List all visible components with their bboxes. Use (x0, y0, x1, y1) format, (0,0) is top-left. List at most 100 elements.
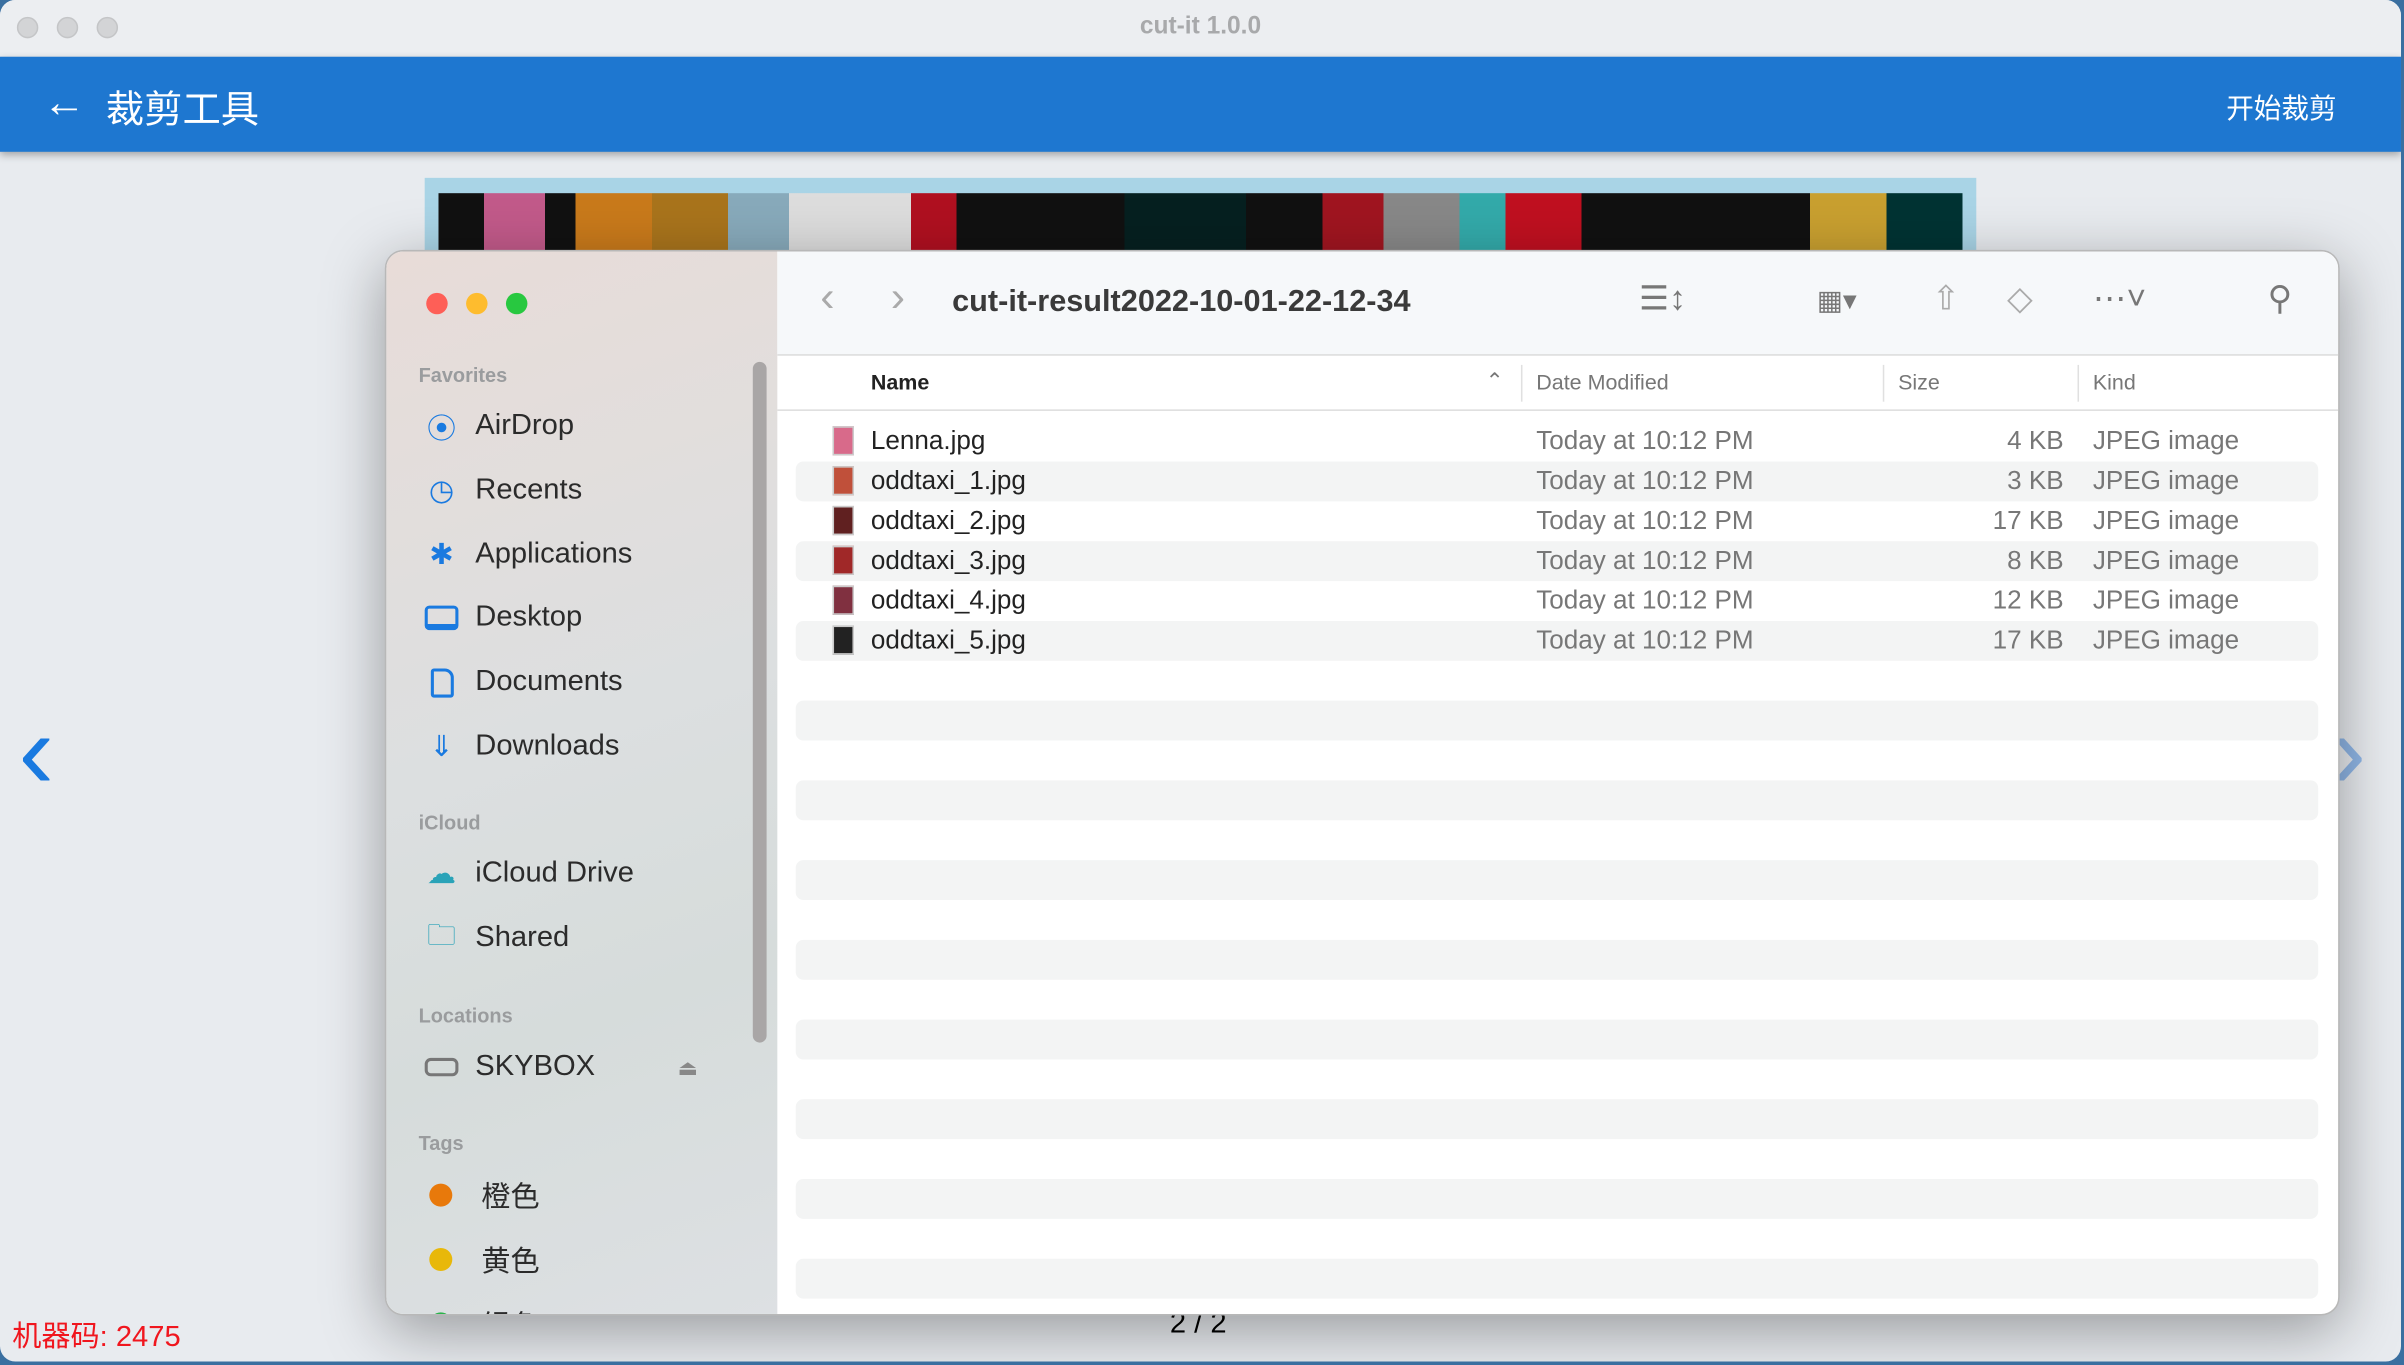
sidebar-tag-orange[interactable]: 橙色 (423, 1171, 540, 1217)
file-size: 12 KB (1992, 585, 2064, 615)
empty-row (796, 820, 2318, 860)
sidebar-item-recents[interactable]: ◷ Recents (423, 468, 582, 514)
empty-row (795, 1179, 2319, 1219)
more-icon[interactable]: ⋯˅ (2093, 279, 2146, 319)
image-thumbnail-icon (832, 466, 854, 496)
finder-sidebar: Favorites ⦿ AirDrop ◷ Recents ✱ Application… (386, 251, 778, 1314)
download-icon: ⇓ (429, 730, 454, 763)
start-crop-button[interactable]: 开始裁剪 (2226, 87, 2336, 127)
arrow-left-icon[interactable]: ← (43, 80, 86, 124)
tag-dot-icon (429, 1247, 453, 1271)
image-thumbnail-icon (832, 505, 854, 536)
section-locations: Locations (418, 1004, 513, 1028)
file-size: 17 KB (1992, 505, 2064, 536)
empty-row (796, 661, 2318, 701)
file-date: Today at 10:12 PM (1536, 625, 1754, 655)
sidebar-item-label: SKYBOX (475, 1050, 596, 1083)
image-thumbnail-icon (832, 625, 854, 655)
shared-folder-icon: 🗀 (426, 919, 457, 953)
empty-row (796, 900, 2318, 940)
image-thumbnail-icon (832, 585, 854, 615)
section-tags: Tags (418, 1131, 464, 1155)
image-thumbnail-icon (832, 545, 854, 575)
sidebar-item-label: iCloud Drive (475, 857, 634, 890)
folder-title: cut-it-result2022-10-01-22-12-34 (952, 285, 1411, 319)
sidebar-item-applications[interactable]: ✱ Applications (423, 532, 632, 578)
file-kind: JPEG image (2092, 426, 2240, 456)
sidebar-item-label: 黄色 (481, 1245, 540, 1278)
drive-icon (423, 1050, 460, 1084)
sidebar-item-airdrop[interactable]: ⦿ AirDrop (423, 403, 574, 449)
forward-chevron-icon[interactable]: › (891, 273, 905, 322)
empty-row (796, 980, 2318, 1020)
sidebar-item-label: 橙色 (481, 1181, 540, 1214)
file-row[interactable]: oddtaxi_3.jpg Today at 10:12 PM 8 KB JPE… (795, 541, 2319, 582)
file-row[interactable]: oddtaxi_2.jpg Today at 10:12 PM 17 KB JP… (796, 501, 2318, 541)
finder-minimize-button[interactable] (466, 292, 488, 315)
file-size: 3 KB (2007, 466, 2064, 496)
sidebar-item-documents[interactable]: Documents (423, 659, 623, 705)
file-kind: JPEG image (2092, 545, 2240, 575)
page-title: 裁剪工具 (105, 88, 260, 132)
sidebar-item-label: Shared (475, 921, 570, 954)
title-bar: cut-it 1.0.0 (0, 0, 2401, 57)
sidebar-item-shared[interactable]: 🗀 Shared (423, 915, 569, 961)
finder-window: Favorites ⦿ AirDrop ◷ Recents ✱ Application… (384, 249, 2340, 1316)
sidebar-scrollbar[interactable] (752, 361, 767, 1043)
sidebar-item-label: Documents (475, 665, 623, 698)
column-size[interactable]: Size (1898, 370, 1940, 395)
finder-zoom-button[interactable] (505, 292, 528, 315)
sidebar-item-label: Applications (475, 538, 633, 571)
column-name[interactable]: Name (871, 370, 929, 395)
eject-icon[interactable]: ⏏ (678, 1054, 698, 1080)
clock-icon: ◷ (428, 474, 455, 507)
list-view-icon[interactable]: ☰↕ (1639, 279, 1686, 319)
app-window: cut-it 1.0.0 ← 裁剪工具 开始裁剪 ‹ › 机器码: 2475 2… (0, 0, 2401, 1362)
file-kind: JPEG image (2092, 466, 2240, 496)
empty-row (795, 1019, 2319, 1060)
empty-row (796, 1139, 2318, 1179)
file-name: oddtaxi_4.jpg (870, 585, 1026, 615)
applications-icon: ✱ (429, 538, 454, 572)
sidebar-item-label: AirDrop (475, 409, 575, 442)
tag-icon[interactable]: ◇ (2007, 279, 2033, 319)
sidebar-item-skybox[interactable]: SKYBOX ⏏ (423, 1044, 714, 1090)
back-chevron-icon[interactable]: ‹ (820, 273, 834, 322)
share-icon[interactable]: ⇧ (1932, 279, 1960, 319)
file-kind: JPEG image (2092, 625, 2240, 655)
file-row[interactable]: Lenna.jpg Today at 10:12 PM 4 KB JPEG im… (796, 422, 2318, 462)
finder-toolbar: ‹ › cut-it-result2022-10-01-22-12-34 ☰↕ … (777, 251, 2339, 356)
empty-row (795, 1099, 2319, 1140)
file-date: Today at 10:12 PM (1536, 426, 1754, 456)
column-date[interactable]: Date Modified (1536, 370, 1668, 395)
empty-row (795, 700, 2319, 741)
column-kind[interactable]: Kind (2093, 370, 2136, 395)
file-name: Lenna.jpg (870, 426, 986, 456)
desktop-icon (423, 601, 460, 635)
image-thumbnail-icon (832, 426, 854, 456)
search-icon[interactable]: ⚲ (2268, 279, 2293, 319)
empty-row (796, 1059, 2318, 1099)
empty-row (795, 1258, 2319, 1299)
group-icon[interactable]: ▦▾ (1817, 285, 1857, 317)
sidebar-item-icloud-drive[interactable]: ☁ iCloud Drive (423, 851, 634, 897)
file-row[interactable]: oddtaxi_1.jpg Today at 10:12 PM 3 KB JPE… (795, 461, 2319, 502)
empty-row (795, 780, 2319, 821)
file-row[interactable]: oddtaxi_4.jpg Today at 10:12 PM 12 KB JP… (796, 581, 2318, 621)
section-favorites: Favorites (418, 363, 508, 387)
empty-row (795, 860, 2319, 900)
section-icloud: iCloud (418, 811, 481, 835)
empty-row (795, 939, 2319, 980)
sidebar-tag-yellow[interactable]: 黄色 (423, 1236, 540, 1282)
sidebar-item-desktop[interactable]: Desktop (423, 595, 582, 641)
column-header: Name ⌃ Date Modified Size Kind (777, 356, 2339, 411)
sidebar-item-downloads[interactable]: ⇓ Downloads (423, 724, 619, 770)
file-date: Today at 10:12 PM (1536, 545, 1754, 575)
sort-ascending-icon[interactable]: ⌃ (1486, 368, 1504, 394)
file-row[interactable]: oddtaxi_5.jpg Today at 10:12 PM 17 KB JP… (795, 620, 2319, 661)
finder-close-button[interactable] (426, 292, 448, 315)
file-kind: JPEG image (2092, 585, 2240, 615)
sidebar-tag-green[interactable]: 绿色 (423, 1300, 540, 1314)
chevron-left-icon[interactable]: ‹ (18, 698, 54, 805)
finder-content: ‹ › cut-it-result2022-10-01-22-12-34 ☰↕ … (777, 251, 2339, 1314)
